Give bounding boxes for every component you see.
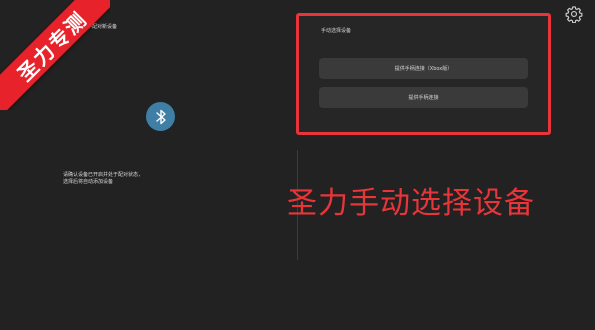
controller-option-button[interactable]: 提供手柄连接 xyxy=(319,87,528,108)
pairing-hint-line1: 请确认设备已开启并处于配对状态， xyxy=(63,172,144,178)
screen: 在电脑设置中配对新设备 请确认设备已开启并处于配对状态， 选择后将自动添加设备 … xyxy=(0,0,595,330)
corner-ribbon-wrap: 圣力专测 xyxy=(0,0,110,110)
gear-icon xyxy=(565,6,583,24)
controller-option-xbox-button[interactable]: 提供手柄连接（Xbox版） xyxy=(319,58,528,79)
bluetooth-icon[interactable] xyxy=(146,102,175,131)
bluetooth-glyph xyxy=(155,109,166,124)
settings-gear-icon[interactable] xyxy=(565,5,583,24)
corner-ribbon: 圣力专测 xyxy=(0,0,110,110)
manual-select-panel: 手动选择设备 提供手柄连接（Xbox版） 提供手柄连接 xyxy=(296,13,551,135)
manual-select-title: 手动选择设备 xyxy=(321,28,352,34)
pairing-hint-line2: 选择后将自动添加设备 xyxy=(63,179,114,185)
pairing-hint: 请确认设备已开启并处于配对状态， 选择后将自动添加设备 xyxy=(63,172,173,186)
watermark-caption: 圣力手动选择设备 xyxy=(287,186,535,221)
